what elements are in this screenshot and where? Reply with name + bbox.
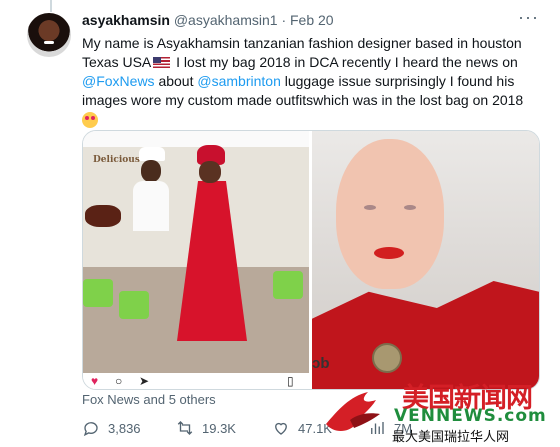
food-illustration [85, 205, 121, 227]
media-image-right[interactable]: ↄb [312, 131, 539, 389]
more-options-icon[interactable]: ··· [518, 8, 538, 28]
reply-icon [83, 422, 98, 437]
tweet-text-part: about [154, 73, 198, 89]
green-chair [119, 291, 149, 319]
author-handle[interactable]: @asyakhamsin1 [174, 12, 278, 28]
mention-link[interactable]: @sambrinton [197, 73, 280, 89]
reply-button[interactable]: 3,836 [82, 419, 141, 437]
heart-icon [275, 422, 287, 435]
green-chair [83, 279, 113, 307]
post-date[interactable]: Feb 20 [290, 12, 334, 28]
watermark-url: VENNEWS.com [394, 406, 547, 426]
reply-count: 3,836 [108, 420, 141, 436]
separator-dot: · [281, 12, 287, 28]
site-watermark: 美国新闻网 VENNEWS.com 最大美国瑞拉华人网 [320, 376, 560, 447]
tweet-media[interactable]: Delicious ♥ ○ ➤ ▯ ↄb [82, 130, 540, 390]
repost-count: 19.3K [202, 420, 236, 436]
repost-icon [177, 421, 193, 435]
star-struck-face-emoji [82, 112, 98, 128]
comment-icon[interactable]: ○ [115, 375, 122, 387]
avatar[interactable] [27, 13, 71, 57]
red-lips [374, 247, 404, 259]
tweet-text-part: I lost my bag 2018 in DCA recently I hea… [172, 54, 518, 70]
author-name[interactable]: asyakhamsin [82, 12, 170, 28]
watermark-subtitle: 最大美国瑞拉华人网 [392, 430, 510, 445]
chef-figure [131, 147, 171, 231]
tweet-header: asyakhamsin @asyakhamsin1 · Feb 20 [82, 12, 540, 30]
us-flag-emoji [153, 57, 171, 68]
woman-in-red-dress-figure [171, 145, 253, 355]
overlay-sign-text: ↄb [312, 355, 330, 372]
bald-head-figure [336, 139, 444, 289]
eagle-logo-icon [326, 392, 380, 431]
eye [404, 205, 416, 210]
tweet-text: My name is Asyakhamsin tanzanian fashion… [82, 34, 542, 130]
thread-line [50, 0, 52, 12]
heart-icon[interactable]: ♥ [91, 375, 98, 387]
media-image-left[interactable]: Delicious ♥ ○ ➤ ▯ [83, 131, 309, 389]
mention-link[interactable]: @FoxNews [82, 73, 155, 89]
tagged-users-attribution[interactable]: Fox News and 5 others [82, 392, 216, 407]
share-icon[interactable]: ➤ [139, 375, 149, 387]
bookmark-icon[interactable]: ▯ [287, 375, 294, 387]
pendant-necklace [372, 343, 402, 373]
green-chair [273, 271, 303, 299]
repost-button[interactable]: 19.3K [176, 419, 236, 437]
eye [364, 205, 376, 210]
